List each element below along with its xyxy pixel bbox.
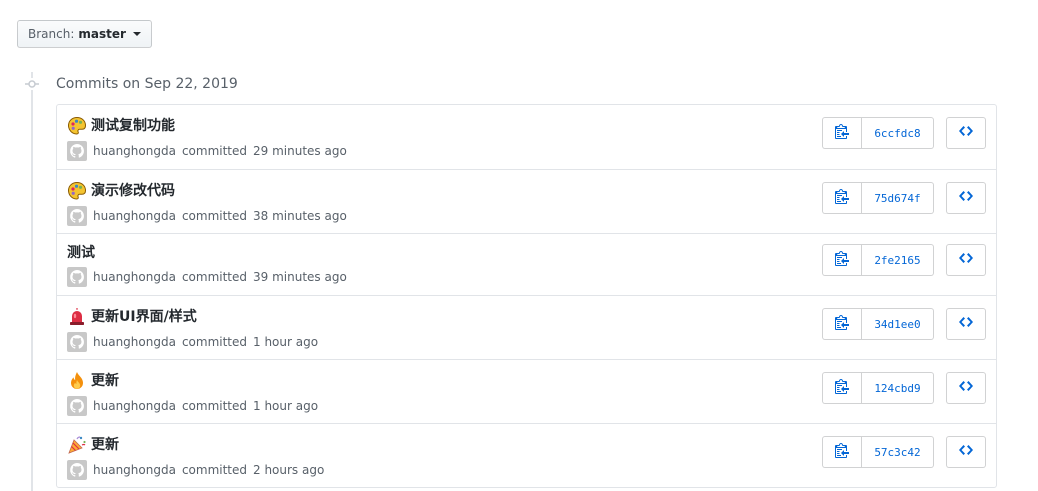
commit-row: 测试 huanghongda committed 39 minutes ago … xyxy=(57,233,996,295)
commit-row: 更新 huanghongda committed 2 hours ago 57c… xyxy=(57,423,996,487)
commit-message: 更新 xyxy=(91,437,119,453)
commit-time: 2 hours ago xyxy=(253,463,325,477)
copy-sha-button[interactable] xyxy=(823,309,862,339)
commit-title[interactable]: 更新UI界面/样式 xyxy=(67,307,197,327)
browse-repo-button[interactable] xyxy=(946,182,986,214)
commit-action: committed xyxy=(181,144,247,158)
browse-repo-button[interactable] xyxy=(946,244,986,276)
copy-sha-button[interactable] xyxy=(823,245,862,275)
commit-row: 更新UI界面/样式 huanghongda committed 1 hour a… xyxy=(57,295,996,359)
branch-name: master xyxy=(78,27,126,41)
branch-prefix: Branch: xyxy=(28,27,75,41)
commit-title[interactable]: 演示修改代码 xyxy=(67,181,175,201)
sha-button-group: 6ccfdc8 xyxy=(822,117,934,149)
commit-meta: huanghongda committed 1 hour ago xyxy=(67,396,318,416)
commit-meta: huanghongda committed 29 minutes ago xyxy=(67,141,347,161)
code-icon xyxy=(959,378,973,398)
commit-title[interactable]: 测试 xyxy=(67,243,95,263)
commit-message: 演示修改代码 xyxy=(91,183,175,199)
avatar[interactable] xyxy=(67,396,87,416)
commit-message: 更新UI界面/样式 xyxy=(91,309,197,325)
commit-title[interactable]: 更新 xyxy=(67,371,119,391)
code-icon xyxy=(959,123,973,143)
clippy-icon xyxy=(835,442,849,462)
commit-time: 39 minutes ago xyxy=(253,270,347,284)
commit-sha-link[interactable]: 34d1ee0 xyxy=(862,309,933,339)
commit-time: 38 minutes ago xyxy=(253,209,347,223)
commit-author[interactable]: huanghongda xyxy=(93,396,176,416)
clippy-icon xyxy=(835,188,849,208)
commit-time: 1 hour ago xyxy=(253,335,319,349)
commit-action: committed xyxy=(181,270,247,284)
commit-sha-link[interactable]: 57c3c42 xyxy=(862,437,933,467)
commit-action: committed xyxy=(181,335,247,349)
commit-time: 29 minutes ago xyxy=(253,144,347,158)
commit-author[interactable]: huanghongda xyxy=(93,141,176,161)
sha-button-group: 57c3c42 xyxy=(822,436,934,468)
commit-meta: huanghongda committed 2 hours ago xyxy=(67,460,324,480)
rotating-light-icon xyxy=(67,307,87,327)
browse-repo-button[interactable] xyxy=(946,372,986,404)
avatar[interactable] xyxy=(67,267,87,287)
clippy-icon xyxy=(835,123,849,143)
browse-repo-button[interactable] xyxy=(946,308,986,340)
copy-sha-button[interactable] xyxy=(823,183,862,213)
commit-row: 更新 huanghongda committed 1 hour ago 124c… xyxy=(57,359,996,423)
commit-author[interactable]: huanghongda xyxy=(93,460,176,480)
clippy-icon xyxy=(835,314,849,334)
commit-author[interactable]: huanghongda xyxy=(93,332,176,352)
clippy-icon xyxy=(835,378,849,398)
copy-sha-button[interactable] xyxy=(823,437,862,467)
commit-sha-link[interactable]: 6ccfdc8 xyxy=(862,118,933,148)
commit-message: 测试复制功能 xyxy=(91,118,175,134)
code-icon xyxy=(959,314,973,334)
commit-meta: huanghongda committed 38 minutes ago xyxy=(67,206,347,226)
commit-sha-link[interactable]: 75d674f xyxy=(862,183,933,213)
commit-sha-link[interactable]: 2fe2165 xyxy=(862,245,933,275)
commit-action: committed xyxy=(181,463,247,477)
avatar[interactable] xyxy=(67,460,87,480)
commit-meta: huanghongda committed 39 minutes ago xyxy=(67,267,347,287)
commit-sha-link[interactable]: 124cbd9 xyxy=(862,373,933,403)
code-icon xyxy=(959,442,973,462)
browse-repo-button[interactable] xyxy=(946,117,986,149)
copy-sha-button[interactable] xyxy=(823,373,862,403)
avatar[interactable] xyxy=(67,141,87,161)
commit-title[interactable]: 测试复制功能 xyxy=(67,116,175,136)
avatar[interactable] xyxy=(67,206,87,226)
commit-title[interactable]: 更新 xyxy=(67,435,119,455)
clippy-icon xyxy=(835,250,849,270)
art-palette-icon xyxy=(67,116,87,136)
code-icon xyxy=(959,188,973,208)
art-palette-icon xyxy=(67,181,87,201)
fire-icon xyxy=(67,371,87,391)
sha-button-group: 34d1ee0 xyxy=(822,308,934,340)
commit-row: 测试复制功能 huanghongda committed 29 minutes … xyxy=(57,105,996,169)
commit-author[interactable]: huanghongda xyxy=(93,206,176,226)
branch-select-button[interactable]: Branch: master xyxy=(17,20,152,48)
commit-list: 测试复制功能 huanghongda committed 29 minutes … xyxy=(56,104,997,488)
avatar[interactable] xyxy=(67,332,87,352)
commit-action: committed xyxy=(181,399,247,413)
commit-time: 1 hour ago xyxy=(253,399,319,413)
commit-message: 更新 xyxy=(91,373,119,389)
commits-page: Branch: master Commits on Sep 22, 2019 测… xyxy=(0,0,1038,491)
sha-button-group: 2fe2165 xyxy=(822,244,934,276)
sha-button-group: 75d674f xyxy=(822,182,934,214)
copy-sha-button[interactable] xyxy=(823,118,862,148)
code-icon xyxy=(959,250,973,270)
timeline-line xyxy=(31,72,33,491)
commit-action: committed xyxy=(181,209,247,223)
caret-down-icon xyxy=(132,32,141,36)
commit-message: 测试 xyxy=(67,245,95,261)
browse-repo-button[interactable] xyxy=(946,436,986,468)
tada-icon xyxy=(67,435,87,455)
commit-meta: huanghongda committed 1 hour ago xyxy=(67,332,318,352)
sha-button-group: 124cbd9 xyxy=(822,372,934,404)
commit-author[interactable]: huanghongda xyxy=(93,267,176,287)
commit-group-title: Commits on Sep 22, 2019 xyxy=(56,76,238,92)
commit-row: 演示修改代码 huanghongda committed 38 minutes … xyxy=(57,169,996,233)
git-commit-icon xyxy=(25,78,39,90)
